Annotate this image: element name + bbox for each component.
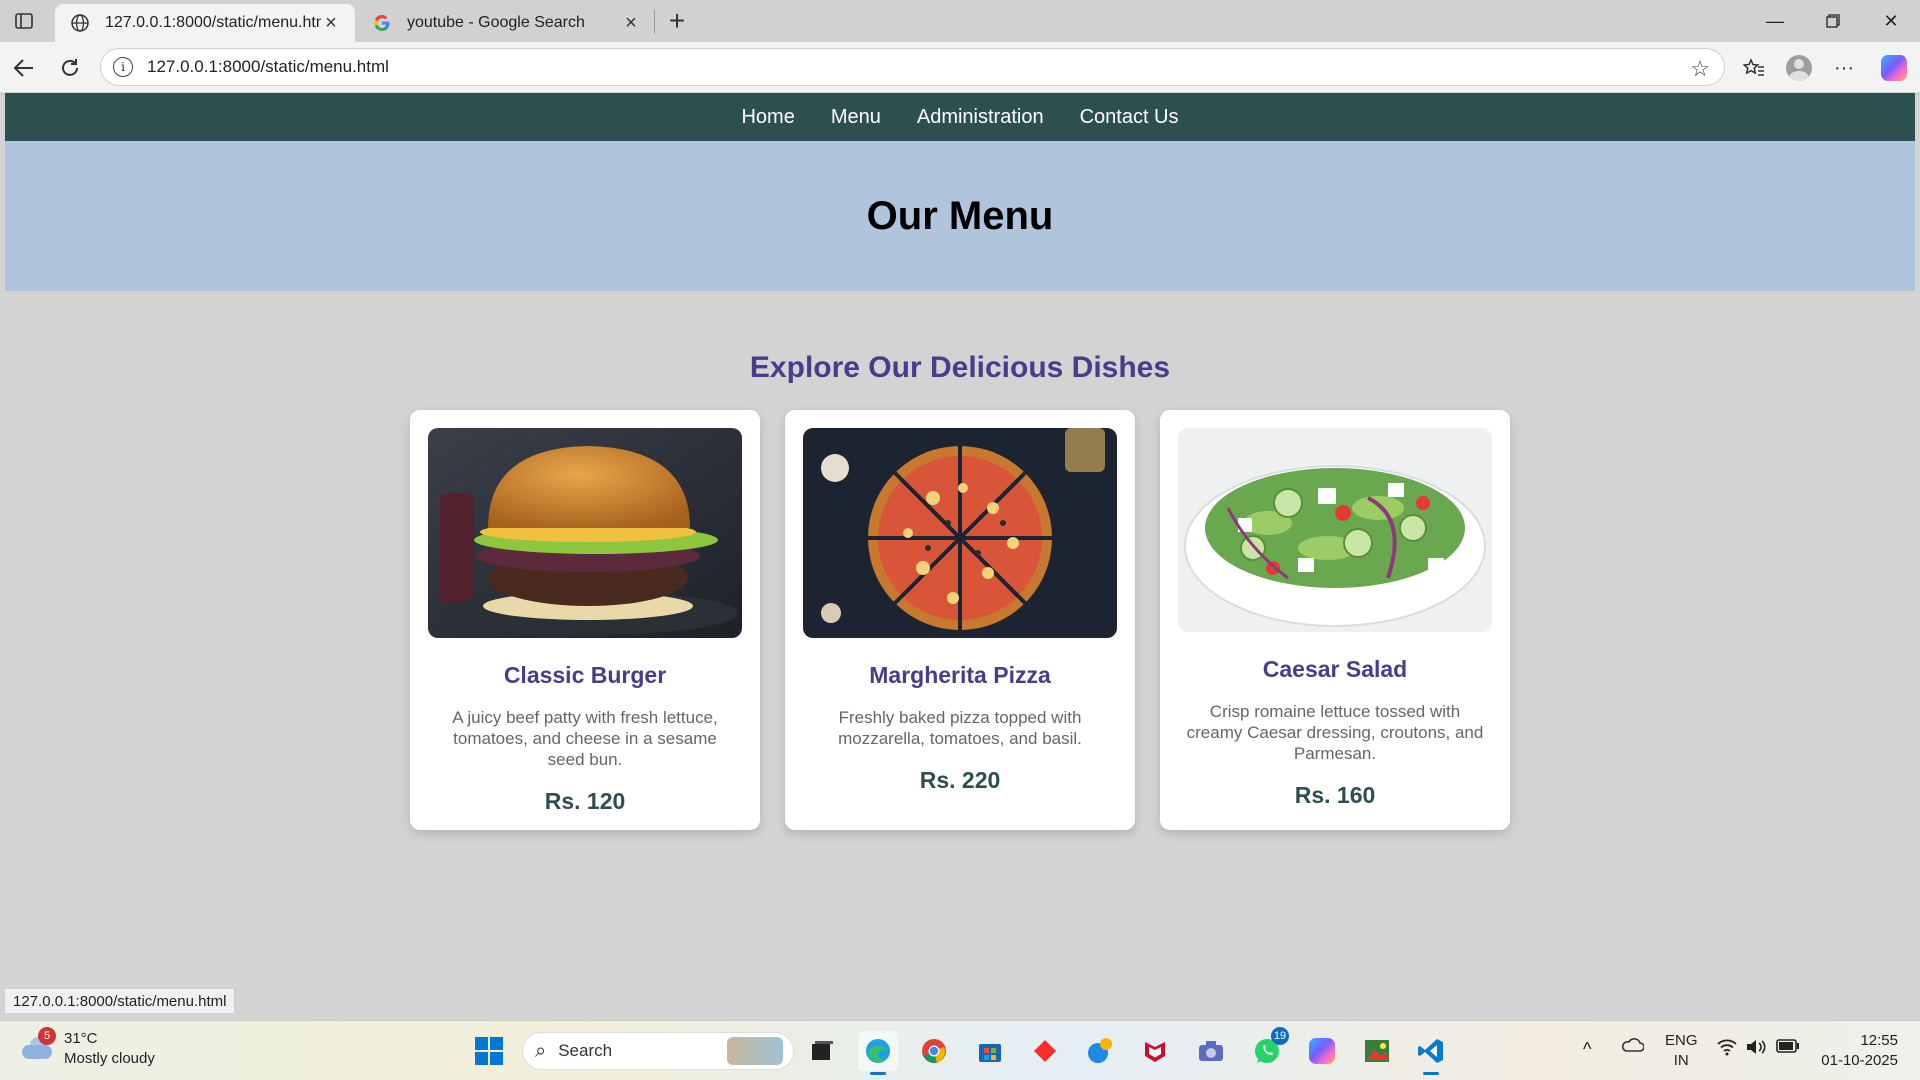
main-navigation: Home Menu Administration Contact Us (5, 93, 1915, 141)
web-page: Home Menu Administration Contact Us Our … (5, 93, 1915, 1018)
wifi-icon[interactable] (1716, 1038, 1738, 1062)
dish-name: Classic Burger (503, 662, 667, 688)
tab-title: youtube - Google Search (407, 14, 585, 31)
show-hidden-icons[interactable]: ^ (1583, 1039, 1591, 1059)
windows-taskbar: 5 31°C Mostly cloudy ⌕ Search 19 ^ ENG I… (0, 1020, 1920, 1080)
app-diamond-icon[interactable] (1025, 1031, 1065, 1071)
hero-banner: Our Menu (5, 141, 1915, 291)
whatsapp-badge: 19 (1271, 1027, 1289, 1045)
close-tab-icon[interactable]: × (621, 12, 641, 34)
back-icon[interactable] (8, 52, 40, 84)
copilot-app-icon[interactable] (1302, 1031, 1342, 1071)
salad-image (1178, 428, 1492, 632)
camera-icon[interactable] (1191, 1031, 1231, 1071)
dish-price: Rs. 220 (919, 767, 1001, 793)
whatsapp-icon[interactable]: 19 (1247, 1027, 1289, 1071)
cloudy-weather-icon: 5 (20, 1027, 56, 1061)
status-url-tooltip: 127.0.0.1:8000/static/menu.html (4, 988, 236, 1014)
volume-icon[interactable] (1745, 1038, 1767, 1062)
section-title: Explore Our Delicious Dishes (749, 351, 1171, 384)
more-options-icon[interactable]: ··· (1828, 52, 1860, 84)
microsoft-store-icon[interactable] (970, 1031, 1010, 1071)
language-code: ENG (1665, 1032, 1698, 1049)
close-window-icon[interactable]: ✕ (1862, 0, 1920, 42)
vscode-icon[interactable] (1411, 1031, 1451, 1075)
language-indicator[interactable]: ENG IN (1665, 1031, 1698, 1071)
windows-start-icon[interactable] (469, 1031, 509, 1071)
search-placeholder: Search (558, 1041, 613, 1060)
pizza-image (803, 428, 1117, 638)
url-field[interactable]: i 127.0.0.1:8000/static/menu.html ☆ (100, 48, 1725, 86)
nav-menu-link[interactable]: Menu (813, 93, 899, 141)
reload-icon[interactable] (54, 52, 86, 84)
restore-icon[interactable] (1804, 0, 1862, 42)
globe-icon (69, 12, 91, 34)
dish-cards: Classic Burger A juicy beef patty with f… (5, 410, 1915, 830)
dish-description: Crisp romaine lettuce tossed with creamy… (1186, 702, 1484, 763)
nav-administration-link[interactable]: Administration (899, 93, 1062, 141)
nav-contact-link[interactable]: Contact Us (1062, 93, 1197, 141)
dish-price: Rs. 120 (544, 788, 626, 814)
weather-desc: Mostly cloudy (64, 1050, 155, 1067)
clock-date: 01-10-2025 (1821, 1052, 1898, 1069)
taskbar-search[interactable]: ⌕ Search (522, 1032, 794, 1070)
dish-description: A juicy beef patty with fresh lettuce, t… (452, 708, 718, 769)
nav-home-link[interactable]: Home (723, 93, 812, 141)
weather-widget[interactable]: 5 31°C Mostly cloudy (20, 1027, 155, 1069)
onedrive-icon[interactable] (1620, 1037, 1645, 1059)
tab-menu-page[interactable]: 127.0.0.1:8000/static/menu.html × (55, 4, 355, 42)
google-icon (371, 12, 393, 34)
dish-price: Rs. 160 (1294, 782, 1376, 808)
minimize-icon[interactable]: — (1746, 0, 1804, 42)
dish-card-pizza: Margherita Pizza Freshly baked pizza top… (785, 410, 1135, 830)
page-title: Our Menu (866, 193, 1054, 238)
close-tab-icon[interactable]: × (321, 12, 341, 34)
battery-icon[interactable] (1776, 1039, 1800, 1059)
region-code: IN (1673, 1052, 1689, 1069)
tab-actions-icon[interactable] (10, 8, 38, 34)
search-icon: ⌕ (535, 1039, 547, 1062)
copilot-icon[interactable] (1878, 52, 1910, 84)
dish-description: Freshly baked pizza topped with mozzarel… (838, 708, 1082, 748)
dish-name: Margherita Pizza (869, 662, 1051, 688)
tab-title: 127.0.0.1:8000/static/menu.html (105, 14, 321, 31)
weather-badge: 5 (38, 1027, 56, 1045)
dish-card-salad: Caesar Salad Crisp romaine lettuce tosse… (1160, 410, 1510, 830)
clock[interactable]: 12:55 01-10-2025 (1818, 1031, 1898, 1071)
tab-youtube-search[interactable]: youtube - Google Search × (357, 4, 655, 42)
weather-temp: 31°C (64, 1030, 98, 1047)
favorite-star-icon[interactable]: ☆ (1690, 56, 1710, 82)
edge-browser-icon[interactable] (858, 1031, 898, 1075)
browser-tab-bar: 127.0.0.1:8000/static/menu.html × youtub… (0, 0, 1920, 42)
new-tab-icon[interactable]: + (662, 5, 692, 36)
address-toolbar: i 127.0.0.1:8000/static/menu.html ☆ ··· (0, 42, 1920, 92)
site-info-icon[interactable]: i (113, 57, 133, 77)
clock-time: 12:55 (1860, 1032, 1898, 1049)
dish-name: Caesar Salad (1262, 656, 1408, 682)
mcafee-icon[interactable] (1135, 1031, 1175, 1071)
task-view-icon[interactable] (802, 1031, 842, 1071)
favorites-icon[interactable] (1738, 52, 1770, 84)
image-app-icon[interactable] (1357, 1031, 1397, 1071)
burger-image (428, 428, 742, 638)
dish-card-burger: Classic Burger A juicy beef patty with f… (410, 410, 760, 830)
chrome-icon[interactable] (914, 1031, 954, 1071)
url-text: 127.0.0.1:8000/static/menu.html (147, 57, 389, 76)
profile-avatar[interactable] (1783, 52, 1815, 84)
search-highlight-image (727, 1037, 783, 1065)
feedback-hub-icon[interactable] (1080, 1031, 1120, 1071)
tab-separator (654, 10, 655, 34)
